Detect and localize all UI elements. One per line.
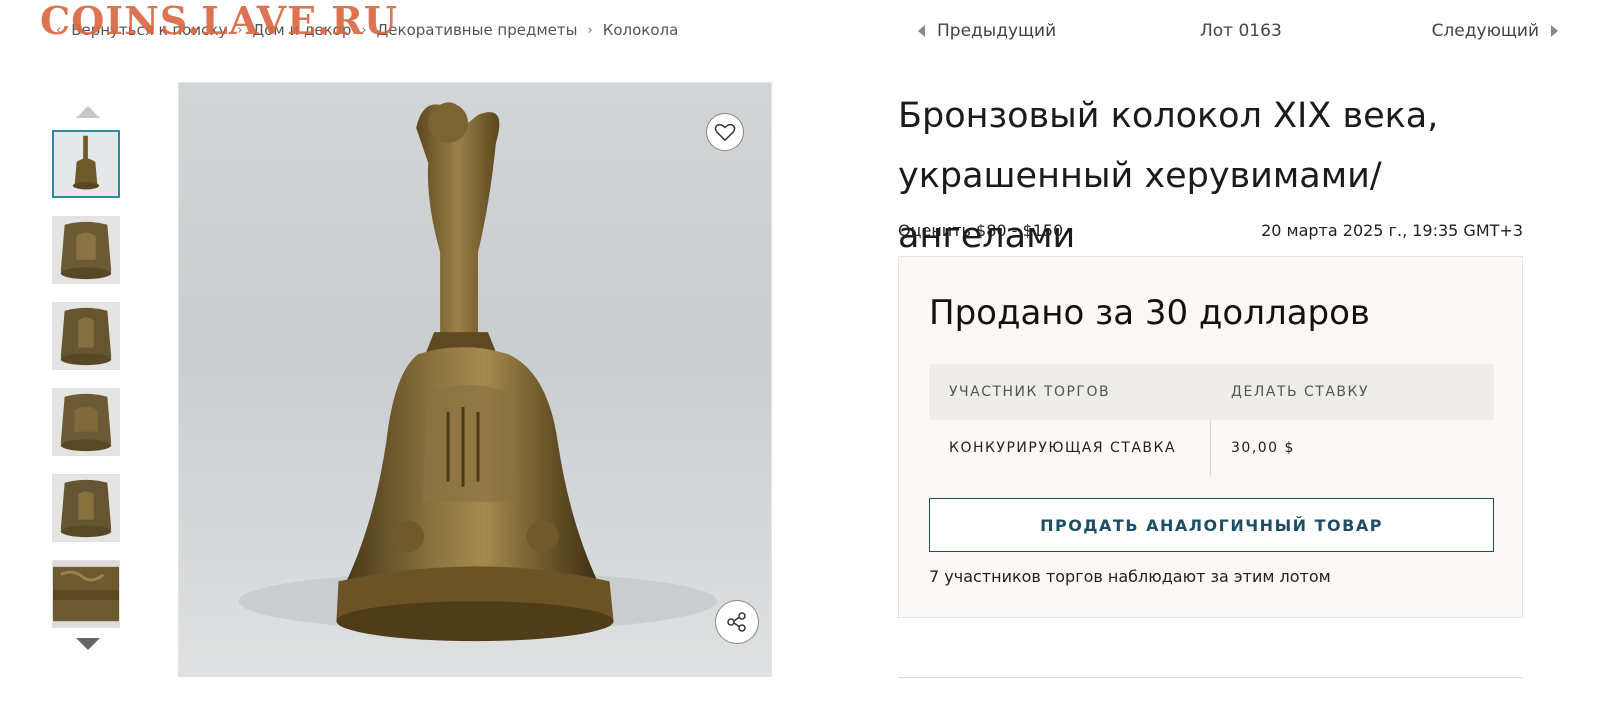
- lot-title-line-1: Бронзовый колокол XIX века,: [898, 96, 1439, 136]
- thumbnail-4[interactable]: [52, 388, 120, 456]
- next-lot-link[interactable]: Следующий: [1432, 21, 1558, 41]
- watermark-logo: COINS.LAVE.RU: [40, 0, 399, 43]
- thumbnail-6[interactable]: [52, 560, 120, 628]
- bidder-cell: КОНКУРИРУЮЩАЯ СТАВКА: [929, 420, 1211, 476]
- heart-icon: [714, 123, 736, 142]
- divider: [898, 677, 1523, 678]
- favorite-button[interactable]: [706, 113, 744, 151]
- main-product-image[interactable]: [178, 82, 772, 677]
- bid-table-header: УЧАСТНИК ТОРГОВ ДЕЛАТЬ СТАВКУ: [929, 364, 1494, 420]
- breadcrumb-item-bells[interactable]: Колокола: [603, 21, 679, 39]
- caret-right-icon: [1551, 25, 1558, 37]
- bid-amount-cell: 30,00 $: [1231, 440, 1295, 456]
- lot-navigation: Предыдущий Лот 0163 Следующий: [918, 18, 1558, 46]
- share-button[interactable]: [715, 600, 759, 644]
- bronze-bell-image: [238, 102, 718, 642]
- chevron-right-icon: ›: [587, 22, 593, 38]
- bidding-panel: Продано за 30 долларов УЧАСТНИК ТОРГОВ Д…: [898, 256, 1523, 618]
- header-bid: ДЕЛАТЬ СТАВКУ: [1231, 384, 1369, 400]
- thumbnail-3[interactable]: [52, 302, 120, 370]
- caret-down-icon[interactable]: [76, 638, 100, 650]
- share-icon: [727, 612, 746, 632]
- sell-similar-button[interactable]: ПРОДАТЬ АНАЛОГИЧНЫЙ ТОВАР: [929, 498, 1494, 552]
- breadcrumb-item-decorative[interactable]: Декоративные предметы: [377, 21, 578, 39]
- thumbnail-2[interactable]: [52, 216, 120, 284]
- thumbnail-1[interactable]: [52, 130, 120, 198]
- auction-datetime: 20 марта 2025 г., 19:35 GMT+3: [1261, 221, 1523, 240]
- lot-title-line-2: украшенный херувимами/ангелами: [898, 156, 1382, 256]
- previous-lot-label: Предыдущий: [937, 21, 1057, 41]
- bid-table: УЧАСТНИК ТОРГОВ ДЕЛАТЬ СТАВКУ КОНКУРИРУЮ…: [929, 364, 1494, 476]
- thumbnail-5[interactable]: [52, 474, 120, 542]
- watchers-count: 7 участников торгов наблюдают за этим ло…: [929, 567, 1331, 586]
- caret-left-icon: [918, 25, 925, 37]
- caret-up-icon[interactable]: [76, 106, 100, 118]
- header-bidder: УЧАСТНИК ТОРГОВ: [949, 384, 1111, 400]
- lot-number: Лот 0163: [1200, 21, 1282, 41]
- next-lot-label: Следующий: [1431, 21, 1539, 41]
- previous-lot-link[interactable]: Предыдущий: [918, 21, 1056, 41]
- sold-price-heading: Продано за 30 долларов: [929, 293, 1370, 333]
- price-estimate: Оценить $80 - $150: [898, 221, 1064, 240]
- table-row: КОНКУРИРУЮЩАЯ СТАВКА 30,00 $: [929, 420, 1494, 476]
